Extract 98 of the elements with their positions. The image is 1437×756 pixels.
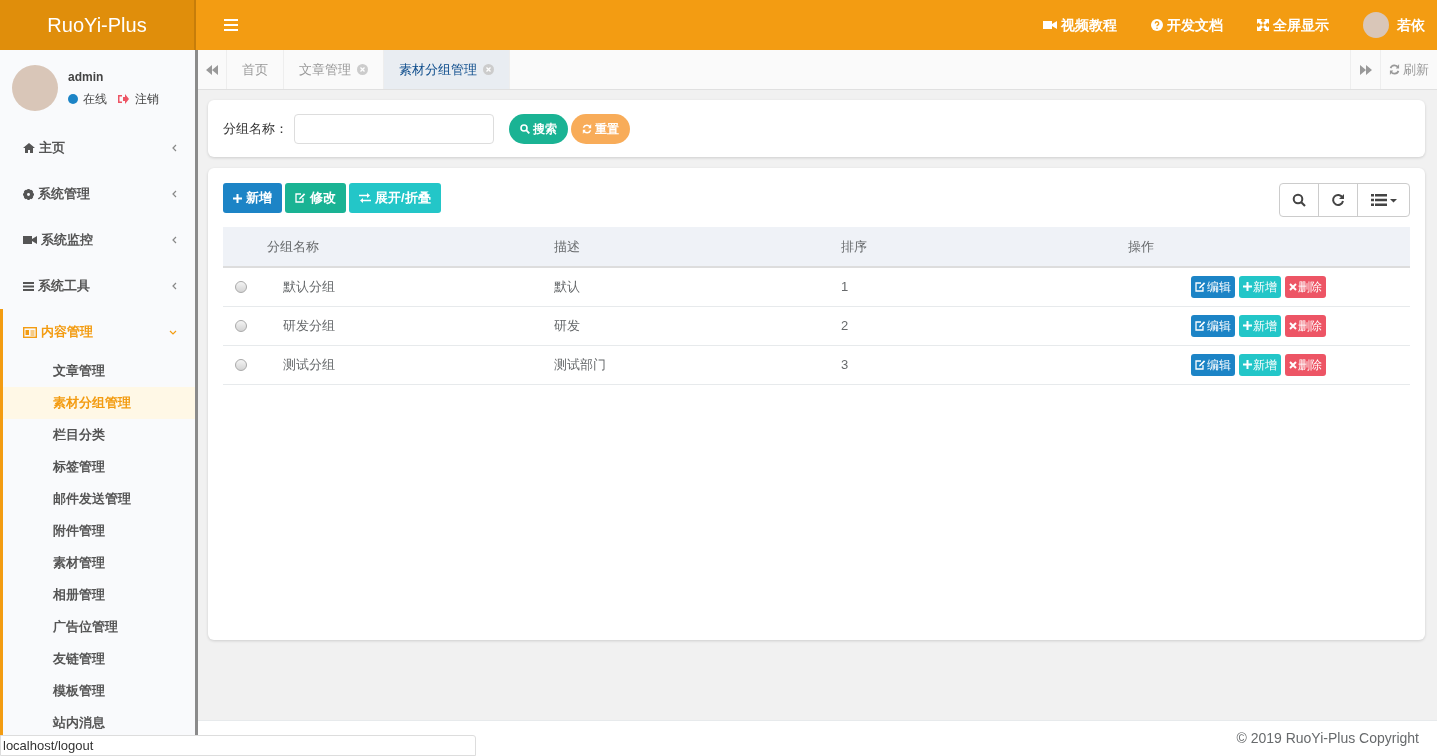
edit-button[interactable]: 编辑 (1191, 314, 1235, 337)
chevron-left-icon (172, 282, 177, 290)
id-card-icon (23, 326, 37, 338)
submenu-item[interactable]: 相册管理 (3, 579, 195, 611)
add-button[interactable]: 新增 (1239, 275, 1281, 298)
header-link[interactable]: 视频教程 (1043, 14, 1117, 36)
list-caret-icon (1370, 194, 1397, 206)
add-button[interactable]: 新增 (223, 183, 282, 213)
expand-arrows-icon (1257, 19, 1269, 31)
table-cell: 研发分组 (267, 306, 554, 345)
table-cell: 测试部门 (554, 345, 841, 384)
submenu-item[interactable]: 附件管理 (3, 515, 195, 547)
edit-icon (1195, 281, 1206, 292)
search-icon (520, 123, 530, 134)
swap-arrows-icon (359, 193, 371, 203)
submenu-item[interactable]: 友链管理 (3, 643, 195, 675)
logout-link[interactable]: 注销 (118, 89, 159, 108)
submenu-item[interactable]: 邮件发送管理 (3, 483, 195, 515)
column-header: 描述 (554, 227, 841, 267)
add-button[interactable]: 新增 (1239, 353, 1281, 376)
close-icon (1289, 282, 1297, 291)
avatar (1363, 12, 1389, 38)
submenu-item[interactable]: 标签管理 (3, 451, 195, 483)
menu-icon[interactable] (224, 19, 238, 31)
video-camera-icon (1043, 20, 1057, 30)
radio-button[interactable] (235, 280, 247, 293)
status-bar: localhost/logout (0, 735, 476, 756)
header-link[interactable]: 全屏显示 (1257, 14, 1329, 36)
close-icon (357, 64, 368, 75)
plus-icon (1243, 282, 1252, 292)
sidebar-item[interactable]: 主页 (3, 125, 195, 171)
table-cell: 2 (841, 306, 1128, 345)
status-text: 在线 (83, 90, 107, 108)
plus-icon (1243, 360, 1252, 369)
chevron-left-icon (172, 190, 177, 198)
refresh-icon (1331, 193, 1345, 207)
close-icon (1289, 360, 1297, 369)
table-cell: 3 (841, 345, 1128, 384)
gear-icon (23, 188, 34, 200)
refresh-icon (582, 123, 592, 134)
submenu-item[interactable]: 栏目分类 (3, 419, 195, 451)
edit-button[interactable]: 编辑 (1191, 275, 1235, 298)
search-field[interactable] (294, 113, 494, 144)
sign-out-icon (118, 93, 129, 104)
delete-button[interactable]: 删除 (1285, 275, 1326, 298)
refresh-button[interactable]: 刷新 (1380, 50, 1437, 89)
brand-logo[interactable]: RuoYi-Plus (0, 0, 196, 50)
table-cell: 默认 (554, 267, 841, 306)
help-icon (1151, 19, 1163, 31)
column-header: 排序 (841, 227, 1128, 267)
menu-lines-icon (23, 281, 34, 291)
field-label: 分组名称： (223, 119, 288, 138)
tab[interactable]: 素材分组管理 (384, 50, 510, 89)
avatar (12, 64, 58, 111)
backward-icon (206, 64, 218, 75)
edit-button[interactable]: 修改 (285, 183, 346, 213)
edit-button[interactable]: 编辑 (1191, 353, 1235, 376)
column-header: 分组名称 (267, 227, 554, 267)
delete-button[interactable]: 删除 (1285, 314, 1326, 337)
user-name: admin (68, 68, 105, 86)
tab[interactable]: 首页 (227, 50, 284, 89)
close-icon (483, 64, 494, 75)
plus-icon (233, 193, 242, 203)
sidebar-item[interactable]: 内容管理 (3, 309, 195, 355)
close-icon (1289, 321, 1297, 330)
refresh-icon (1389, 64, 1400, 75)
toggle-button[interactable]: 展开/折叠 (349, 183, 441, 213)
search-icon (1292, 193, 1306, 207)
chevron-down-icon (169, 329, 177, 335)
sidebar-item[interactable]: 系统监控 (3, 217, 195, 263)
video-camera-icon (23, 235, 37, 245)
user-menu[interactable]: 若依 (1363, 12, 1425, 38)
table-cell: 测试分组 (267, 345, 554, 384)
search-button[interactable]: 搜索 (509, 113, 568, 144)
radio-button[interactable] (235, 358, 247, 371)
table-cell: 默认分组 (267, 267, 554, 306)
forward-icon (1359, 64, 1372, 75)
submenu-item[interactable]: 文章管理 (3, 355, 195, 387)
sidebar-item[interactable]: 系统管理 (3, 171, 195, 217)
radio-button[interactable] (235, 319, 247, 332)
chevron-left-icon (172, 236, 177, 244)
edit-icon (295, 193, 306, 203)
plus-icon (1243, 321, 1252, 330)
sidebar-item[interactable]: 系统工具 (3, 263, 195, 309)
submenu-item[interactable]: 素材管理 (3, 547, 195, 579)
home-icon (23, 143, 35, 153)
delete-button[interactable]: 删除 (1285, 353, 1326, 376)
submenu-item[interactable]: 广告位管理 (3, 611, 195, 643)
table-cell: 研发 (554, 306, 841, 345)
chevron-left-icon (172, 144, 177, 152)
column-header: 操作 (1128, 227, 1410, 267)
submenu-item[interactable]: 模板管理 (3, 675, 195, 707)
header-link[interactable]: 开发文档 (1151, 14, 1223, 36)
add-button[interactable]: 新增 (1239, 314, 1281, 337)
submenu-item[interactable]: 素材分组管理 (3, 387, 195, 419)
table-cell: 1 (841, 267, 1128, 306)
edit-icon (1195, 359, 1206, 370)
edit-icon (1195, 320, 1206, 331)
